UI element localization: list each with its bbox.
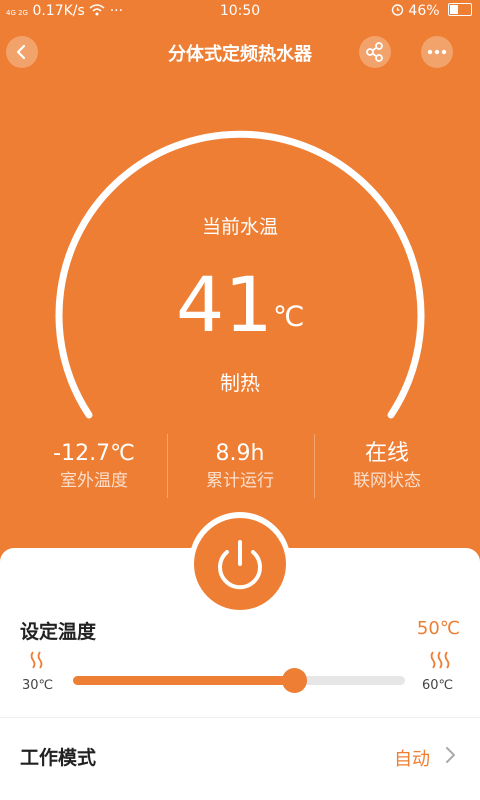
- header-panel: 4G 2G 0.17K/s ··· 10:50 46% 分体式定频热水器 当前水…: [0, 0, 480, 600]
- set-temperature-value: 50℃: [416, 618, 460, 639]
- network-status-label: 联网状态: [353, 471, 421, 491]
- runtime-label: 累计运行: [206, 471, 274, 491]
- power-button[interactable]: [194, 518, 286, 610]
- runtime-value: 8.9h: [215, 441, 265, 466]
- power-icon: [218, 540, 262, 590]
- network-status-value: 在线: [364, 441, 409, 466]
- heat-wave-icon: [28, 650, 46, 674]
- set-temperature-label: 设定温度: [20, 621, 97, 643]
- current-mode: 制热: [220, 371, 260, 395]
- network-status-stat: 在线 联网状态: [307, 440, 467, 494]
- heat-wave-icon: [428, 650, 454, 674]
- temperature-slider-track[interactable]: [73, 668, 405, 693]
- current-temp-value: 41: [176, 260, 273, 349]
- section-divider: [0, 717, 480, 718]
- current-temp-unit: ℃: [273, 300, 305, 333]
- work-mode-label: 工作模式: [20, 747, 97, 769]
- current-temp-label: 当前水温: [201, 216, 278, 238]
- slider-max-label: 60℃: [422, 678, 454, 693]
- temperature-slider-fill: [73, 676, 295, 685]
- chevron-right-icon[interactable]: [440, 744, 460, 766]
- outdoor-temp-value: -12.7℃: [53, 441, 135, 466]
- slider-min-label: 30℃: [22, 678, 54, 693]
- work-mode-value[interactable]: 自动: [394, 745, 430, 771]
- outdoor-temp-label: 室外温度: [60, 471, 128, 491]
- runtime-stat: 8.9h 累计运行: [160, 440, 320, 494]
- outdoor-temp-stat: -12.7℃ 室外温度: [14, 440, 174, 494]
